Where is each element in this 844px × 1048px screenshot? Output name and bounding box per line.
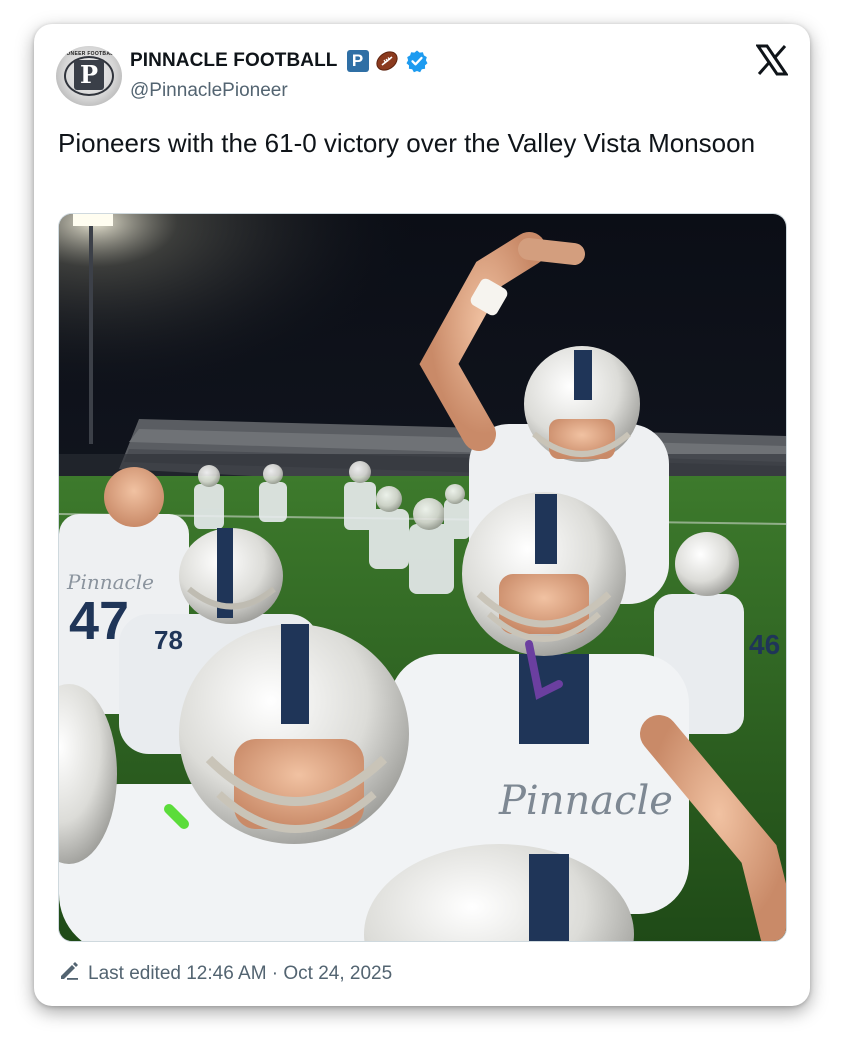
tweet-footer: Last edited 12:46 AM · Oct 24, 2025 <box>58 960 392 988</box>
author-name-row: PINNACLE FOOTBALL P <box>130 48 429 74</box>
tweet-card[interactable]: PIONEER FOOTBALL P PINNACLE FOOTBALL P @… <box>34 24 810 1006</box>
avatar-logo-letter: P <box>74 60 104 90</box>
author-display-name[interactable]: PINNACLE FOOTBALL <box>130 50 338 72</box>
football-emoji-icon <box>375 50 399 72</box>
photo-jersey-46: 46 <box>749 629 780 660</box>
photo-jersey-script-center: Pinnacle <box>498 778 673 824</box>
pencil-edit-icon <box>58 960 80 988</box>
page: PIONEER FOOTBALL P PINNACLE FOOTBALL P @… <box>0 0 844 1048</box>
profile-avatar[interactable]: PIONEER FOOTBALL P <box>56 46 122 106</box>
x-logo-icon[interactable] <box>755 44 789 76</box>
tweet-text: Pioneers with the 61-0 victory over the … <box>58 128 756 158</box>
photo-illustration: 47 Pinnacle 78 46 Pinnacle <box>59 214 786 941</box>
last-edited-timestamp[interactable]: Last edited 12:46 AM · Oct 24, 2025 <box>88 963 392 985</box>
tweet-photo[interactable]: 47 Pinnacle 78 46 Pinnacle <box>58 213 787 942</box>
photo-jersey-script-left: Pinnacle <box>66 570 154 594</box>
author-handle[interactable]: @PinnaclePioneer <box>130 80 288 102</box>
verified-badge-icon <box>405 49 429 73</box>
p-letter-badge-icon: P <box>346 50 369 72</box>
photo-jersey-78: 78 <box>154 625 183 655</box>
